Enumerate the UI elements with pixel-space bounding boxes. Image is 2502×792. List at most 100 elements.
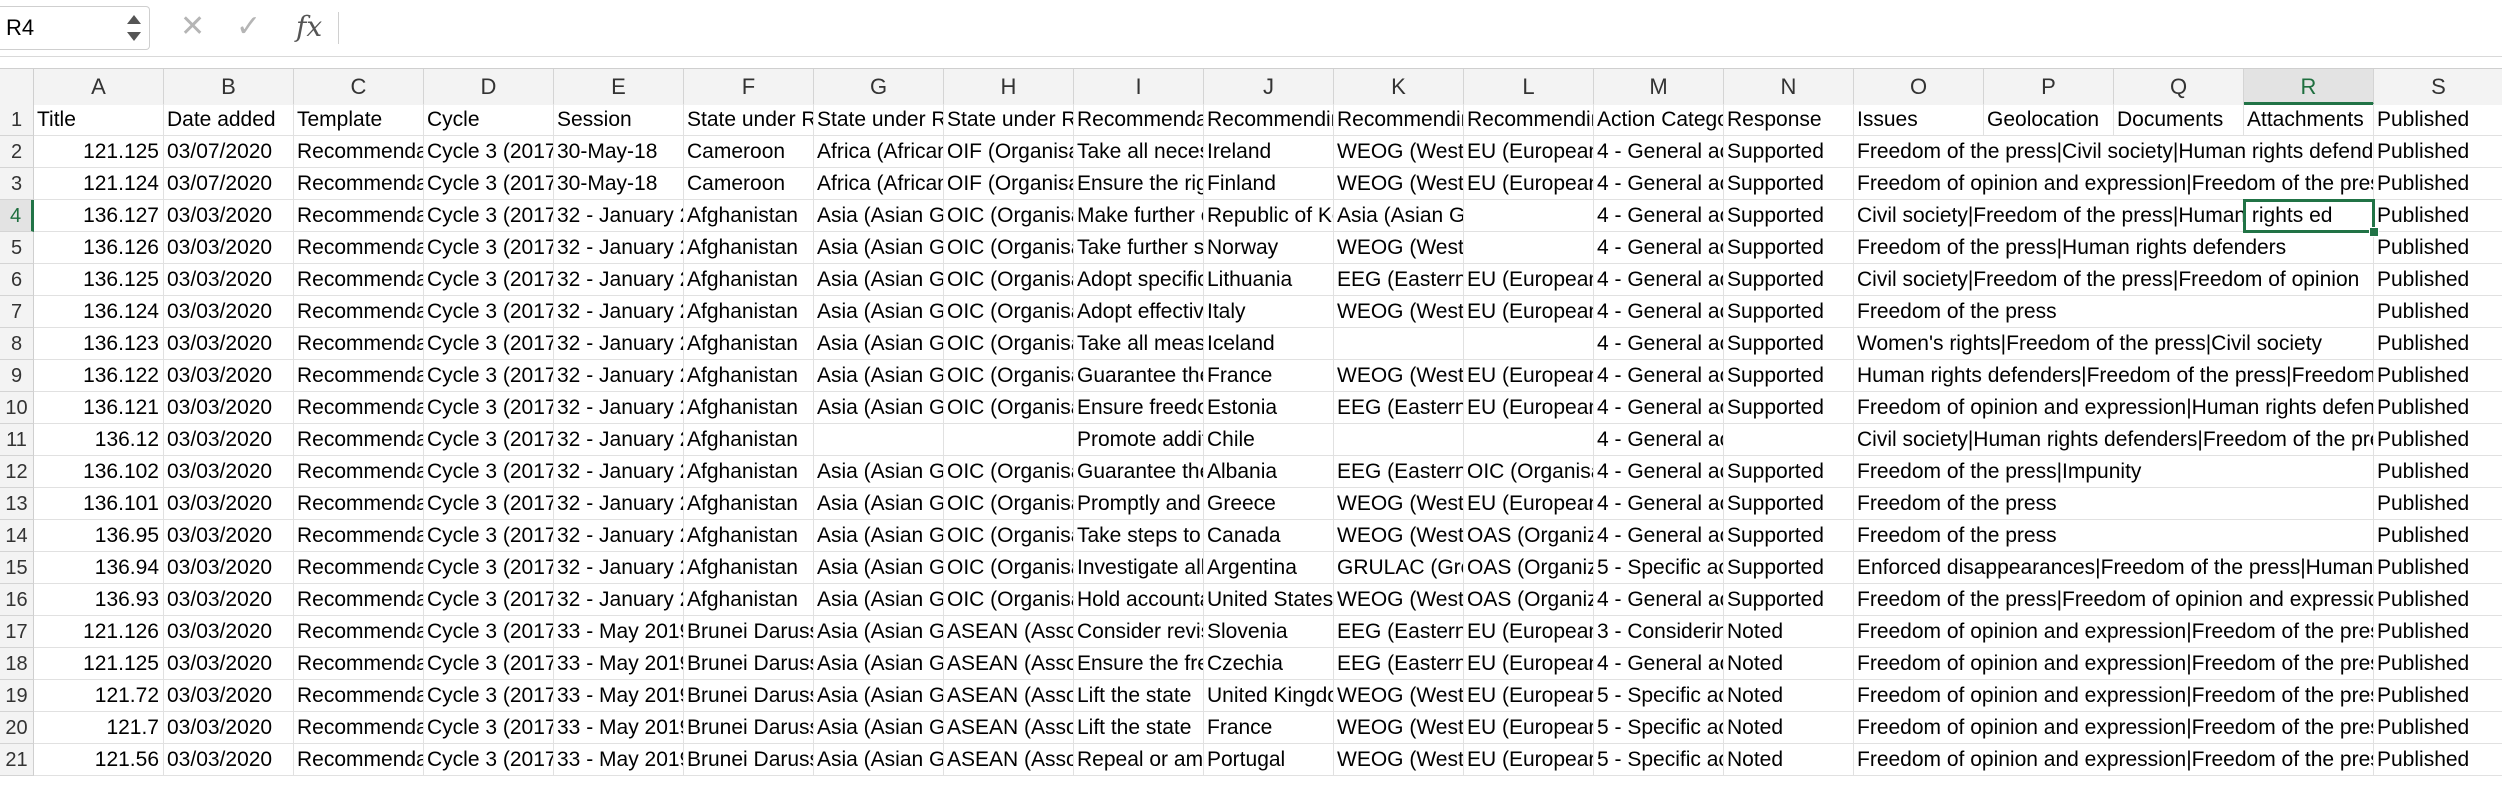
table-cell[interactable]: 121.126 xyxy=(34,616,164,648)
table-cell[interactable]: Freedom of the press|Impunity xyxy=(1854,456,2374,488)
table-cell[interactable]: 136.101 xyxy=(34,488,164,520)
table-cell[interactable]: Ireland xyxy=(1204,136,1334,168)
table-cell[interactable]: Cycle 3 (2017-2022) xyxy=(424,328,554,360)
column-header-r[interactable]: R xyxy=(2244,69,2374,105)
table-cell[interactable]: Italy xyxy=(1204,296,1334,328)
column-header-o[interactable]: O xyxy=(1854,69,1984,105)
table-cell[interactable]: 03/03/2020 xyxy=(164,616,294,648)
column-title-cell[interactable]: Published xyxy=(2374,104,2502,136)
table-cell[interactable]: Cycle 3 (2017-2022) xyxy=(424,648,554,680)
table-cell[interactable]: Brunei Darussalam xyxy=(684,744,814,776)
table-cell[interactable]: Published xyxy=(2374,456,2502,488)
table-cell[interactable]: Freedom of opinion and expression|Freedo… xyxy=(1854,744,2374,776)
table-cell[interactable]: 136.122 xyxy=(34,360,164,392)
table-cell[interactable]: Cycle 3 (2017-2022) xyxy=(424,712,554,744)
table-cell[interactable]: Argentina xyxy=(1204,552,1334,584)
column-header-j[interactable]: J xyxy=(1204,69,1334,105)
table-cell[interactable]: EU (European Union) xyxy=(1464,392,1594,424)
column-header-g[interactable]: G xyxy=(814,69,944,105)
table-cell[interactable]: Norway xyxy=(1204,232,1334,264)
column-title-cell[interactable]: Recommending State xyxy=(1204,104,1334,136)
table-cell[interactable]: WEOG (Western European and Others Group) xyxy=(1334,744,1464,776)
table-cell[interactable]: Recommendation xyxy=(294,584,424,616)
table-cell[interactable]: OIC (Organisation of Islamic Cooperation… xyxy=(944,456,1074,488)
table-cell[interactable]: Cycle 3 (2017-2022) xyxy=(424,136,554,168)
table-cell[interactable]: Freedom of the press xyxy=(1854,488,2374,520)
table-cell[interactable]: Africa (African Group) xyxy=(814,168,944,200)
table-cell[interactable]: WEOG (Western European and Others Group) xyxy=(1334,680,1464,712)
table-cell[interactable]: Ensure the right xyxy=(1074,168,1204,200)
table-cell[interactable]: Czechia xyxy=(1204,648,1334,680)
table-cell[interactable]: Noted xyxy=(1724,648,1854,680)
table-cell[interactable] xyxy=(1464,232,1594,264)
insert-function-icon[interactable]: fx xyxy=(296,10,322,43)
table-cell[interactable]: Recommendation xyxy=(294,680,424,712)
table-cell[interactable]: WEOG (Western European and Others Group) xyxy=(1334,712,1464,744)
table-cell[interactable]: OIC (Organisation of Islamic Cooperation… xyxy=(944,584,1074,616)
table-cell[interactable]: Recommendation xyxy=(294,232,424,264)
table-cell[interactable]: Cycle 3 (2017-2022) xyxy=(424,200,554,232)
table-cell[interactable]: 32 - January 2019 xyxy=(554,360,684,392)
table-cell[interactable]: EEG (Eastern European Group) xyxy=(1334,648,1464,680)
table-cell[interactable]: Recommendation xyxy=(294,264,424,296)
table-cell[interactable]: Afghanistan xyxy=(684,264,814,296)
table-cell[interactable]: Asia (Asian Group) xyxy=(814,264,944,296)
table-cell[interactable]: EU (European Union) xyxy=(1464,136,1594,168)
table-cell[interactable]: 4 - General action xyxy=(1594,328,1724,360)
table-cell[interactable]: 03/03/2020 xyxy=(164,648,294,680)
row-header[interactable]: 8 xyxy=(0,328,34,360)
table-cell[interactable]: Canada xyxy=(1204,520,1334,552)
table-cell[interactable]: WEOG (Western European and Others Group) xyxy=(1334,360,1464,392)
table-cell[interactable]: OAS (Organization of American States) xyxy=(1464,584,1594,616)
table-cell[interactable]: 32 - January 2019 xyxy=(554,232,684,264)
column-header-e[interactable]: E xyxy=(554,69,684,105)
table-cell[interactable]: GRULAC (Group of Latin American and Cari… xyxy=(1334,552,1464,584)
table-cell[interactable]: 4 - General action xyxy=(1594,200,1724,232)
table-cell[interactable]: Repeal or amend xyxy=(1074,744,1204,776)
table-cell[interactable]: Asia (Asian Group) xyxy=(814,328,944,360)
table-cell[interactable]: Afghanistan xyxy=(684,520,814,552)
table-cell[interactable]: Guarantee the xyxy=(1074,360,1204,392)
table-cell[interactable]: WEOG (Western European and Others Group) xyxy=(1334,296,1464,328)
table-cell[interactable]: 4 - General action xyxy=(1594,136,1724,168)
table-cell[interactable]: ASEAN (Association of Southeast Asian Na… xyxy=(944,648,1074,680)
row-header[interactable]: 10 xyxy=(0,392,34,424)
table-cell[interactable]: 03/03/2020 xyxy=(164,744,294,776)
table-cell[interactable] xyxy=(1334,424,1464,456)
table-cell[interactable]: Published xyxy=(2374,328,2502,360)
table-cell[interactable]: Published xyxy=(2374,264,2502,296)
column-title-cell[interactable]: State under Review xyxy=(684,104,814,136)
table-cell[interactable]: EU (European Union) xyxy=(1464,264,1594,296)
table-cell[interactable]: 136.123 xyxy=(34,328,164,360)
table-cell[interactable]: Asia (Asian Group) xyxy=(814,392,944,424)
table-cell[interactable]: Published xyxy=(2374,744,2502,776)
table-cell[interactable]: ASEAN (Association of Southeast Asian Na… xyxy=(944,680,1074,712)
table-cell[interactable]: 4 - General action xyxy=(1594,392,1724,424)
table-cell[interactable]: OIC (Organisation of Islamic Cooperation… xyxy=(944,552,1074,584)
table-cell[interactable]: Cycle 3 (2017-2022) xyxy=(424,456,554,488)
table-cell[interactable]: 4 - General action xyxy=(1594,264,1724,296)
table-cell[interactable]: France xyxy=(1204,360,1334,392)
table-cell[interactable]: 32 - January 2019 xyxy=(554,456,684,488)
table-cell[interactable]: Supported xyxy=(1724,584,1854,616)
table-cell[interactable]: Freedom of opinion and expression|Freedo… xyxy=(1854,680,2374,712)
table-cell[interactable]: United States of America xyxy=(1204,584,1334,616)
table-cell[interactable]: Human rights defenders|Freedom of the pr… xyxy=(1854,360,2374,392)
table-cell[interactable]: Supported xyxy=(1724,552,1854,584)
table-cell[interactable]: Afghanistan xyxy=(684,552,814,584)
table-cell[interactable]: Civil society|Freedom of the press|Human… xyxy=(1854,200,2374,232)
table-cell[interactable]: Freedom of opinion and expression|Freedo… xyxy=(1854,616,2374,648)
row-header[interactable]: 13 xyxy=(0,488,34,520)
column-header-s[interactable]: S xyxy=(2374,69,2502,105)
table-cell[interactable]: Recommendation xyxy=(294,488,424,520)
table-cell[interactable]: Afghanistan xyxy=(684,328,814,360)
table-cell[interactable]: 32 - January 2019 xyxy=(554,424,684,456)
table-cell[interactable]: Cycle 3 (2017-2022) xyxy=(424,520,554,552)
table-cell[interactable]: Noted xyxy=(1724,680,1854,712)
row-header[interactable]: 14 xyxy=(0,520,34,552)
row-header[interactable]: 11 xyxy=(0,424,34,456)
table-cell[interactable]: 03/07/2020 xyxy=(164,136,294,168)
table-cell[interactable]: Freedom of the press xyxy=(1854,520,2374,552)
table-cell[interactable]: OAS (Organization of American States) xyxy=(1464,552,1594,584)
table-cell[interactable]: Civil society|Human rights defenders|Fre… xyxy=(1854,424,2374,456)
